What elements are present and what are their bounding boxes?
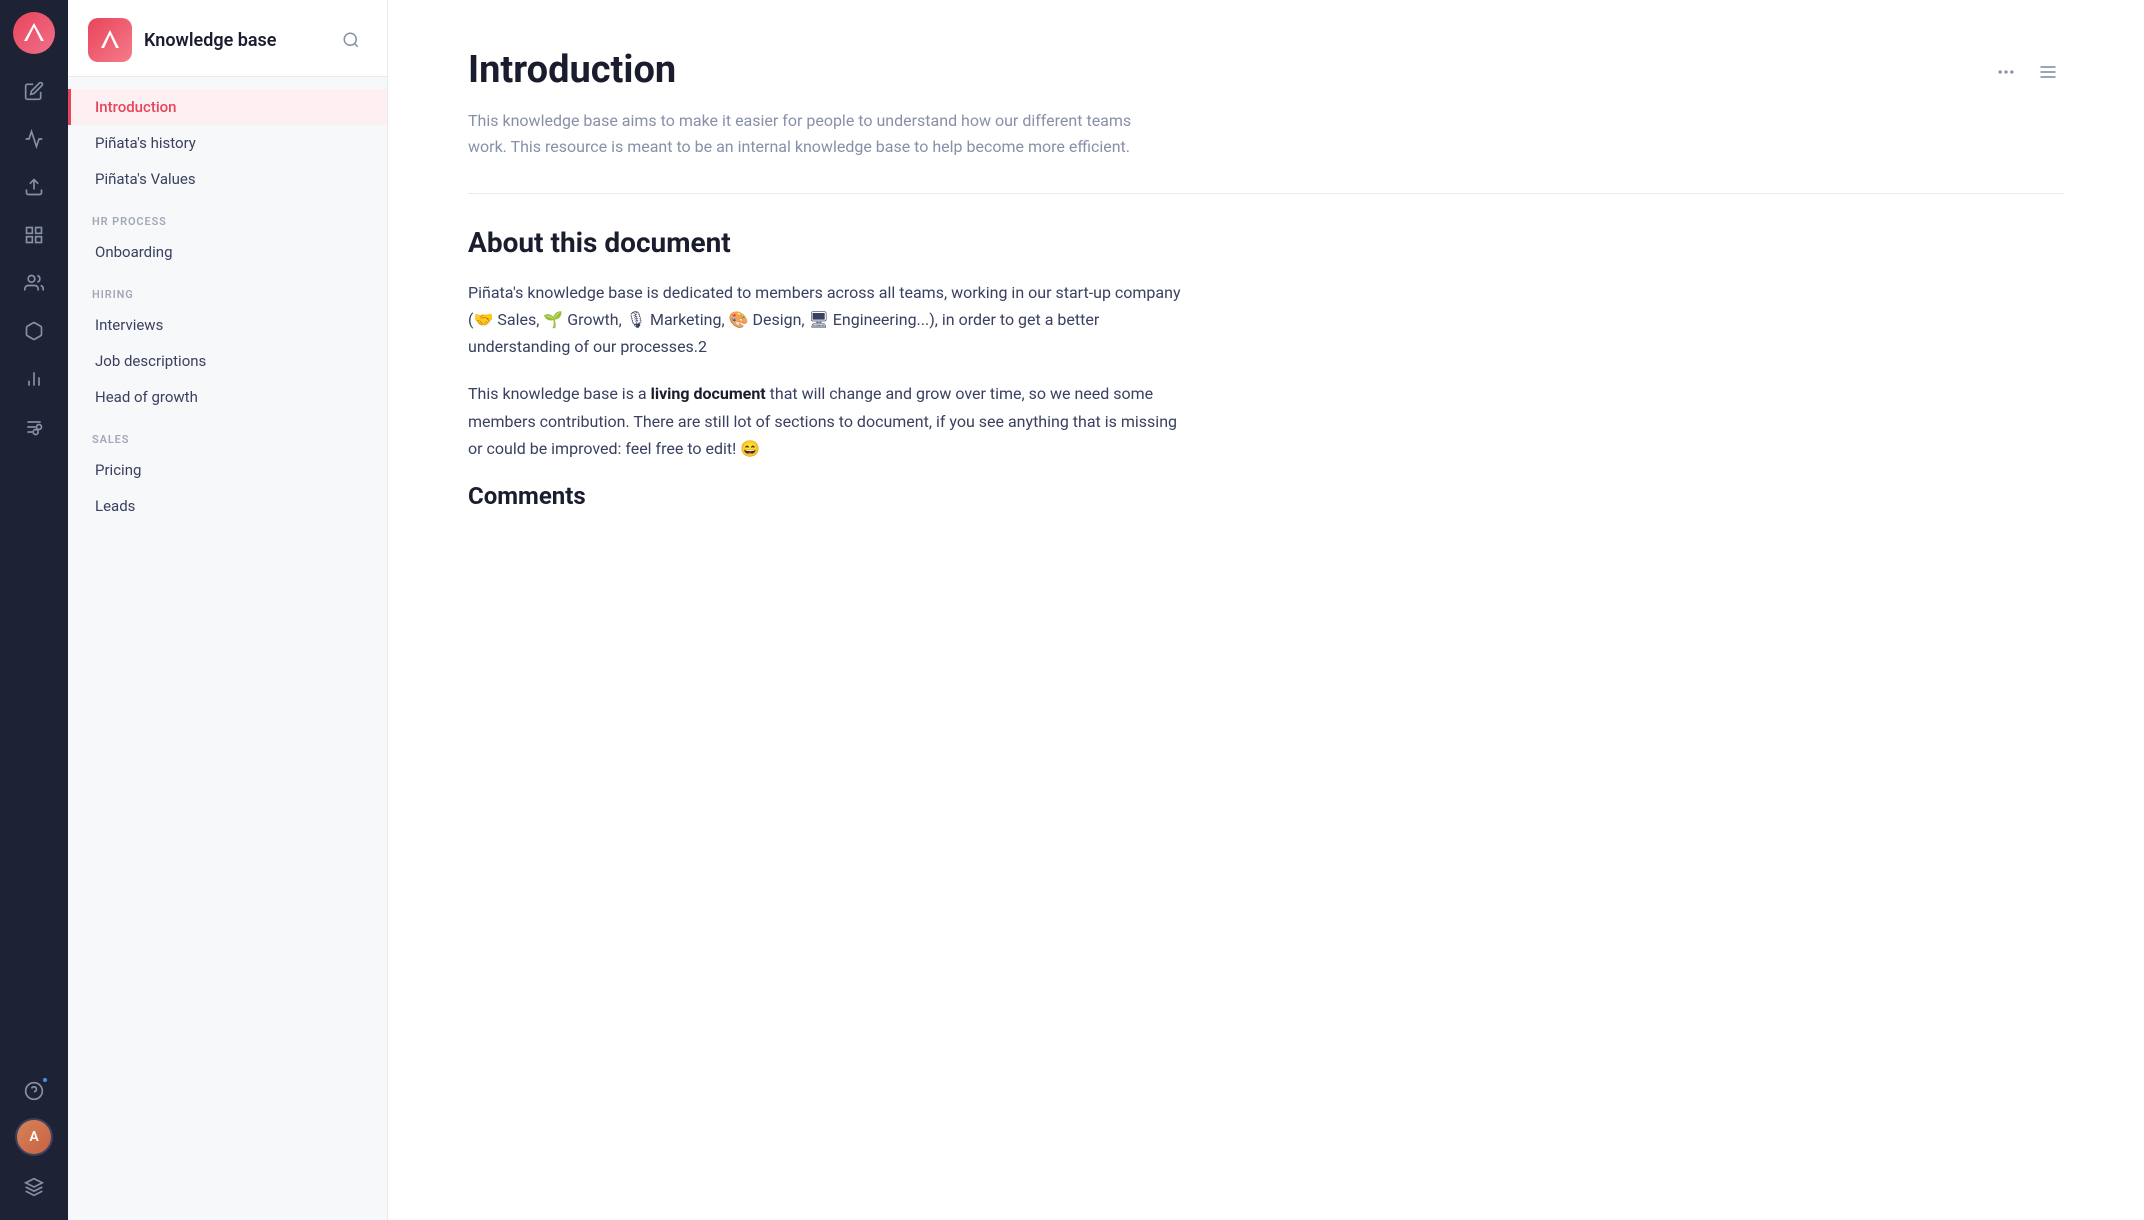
content-divider [468, 193, 2064, 194]
about-section-title: About this document [468, 226, 2064, 259]
comments-section-title: Comments [468, 482, 2064, 510]
sidebar-section-hiring: HIRING [68, 270, 387, 307]
sidebar-section-sales: SALES [68, 415, 387, 452]
about-paragraph-1: Piñata's knowledge base is dedicated to … [468, 279, 1188, 361]
sidebar-item-leads[interactable]: Leads [68, 488, 387, 524]
sidebar-item-onboarding[interactable]: Onboarding [68, 234, 387, 270]
sidebar-item-introduction[interactable]: Introduction [68, 89, 387, 125]
header-actions [1990, 48, 2064, 88]
about-paragraph-2: This knowledge base is a living document… [468, 380, 1188, 462]
help-notification-dot [41, 1076, 49, 1084]
stack-nav-btn[interactable] [13, 1166, 55, 1208]
sidebar-item-pinata-history[interactable]: Piñata's history [68, 125, 387, 161]
help-button-wrap [13, 1070, 55, 1112]
icon-bar: A [0, 0, 68, 1220]
sidebar-item-pricing[interactable]: Pricing [68, 452, 387, 488]
sidebar-item-pinata-values[interactable]: Piñata's Values [68, 161, 387, 197]
cube-nav-btn[interactable] [13, 310, 55, 352]
app-logo[interactable] [13, 12, 55, 54]
sidebar-item-head-of-growth[interactable]: Head of growth [68, 379, 387, 415]
sidebar-item-job-descriptions[interactable]: Job descriptions [68, 343, 387, 379]
user-avatar[interactable]: A [15, 1118, 53, 1156]
team-nav-btn[interactable] [13, 262, 55, 304]
main-content: Introduction This knowledge base aims to… [388, 0, 2144, 1220]
table-of-contents-button[interactable] [2032, 56, 2064, 88]
sidebar-nav: Introduction Piñata's history Piñata's V… [68, 77, 387, 1220]
edit-nav-btn[interactable] [13, 70, 55, 112]
filter-nav-btn[interactable] [13, 406, 55, 448]
share-nav-btn[interactable] [13, 166, 55, 208]
sidebar-header: Knowledge base [68, 0, 387, 77]
more-options-button[interactable] [1990, 56, 2022, 88]
help-nav-btn[interactable] [13, 1070, 55, 1112]
sidebar-logo [88, 18, 132, 62]
main-header: Introduction [468, 48, 2064, 92]
design-nav-btn[interactable] [13, 214, 55, 256]
sidebar: Knowledge base Introduction Piñata's his… [68, 0, 388, 1220]
sidebar-section-hr: HR PROCESS [68, 197, 387, 234]
chart-nav-btn[interactable] [13, 358, 55, 400]
analytics-nav-btn[interactable] [13, 118, 55, 160]
sidebar-search-button[interactable] [335, 24, 367, 56]
intro-paragraph: This knowledge base aims to make it easi… [468, 108, 1148, 161]
sidebar-item-interviews[interactable]: Interviews [68, 307, 387, 343]
sidebar-title: Knowledge base [144, 30, 323, 51]
page-title: Introduction [468, 48, 676, 92]
